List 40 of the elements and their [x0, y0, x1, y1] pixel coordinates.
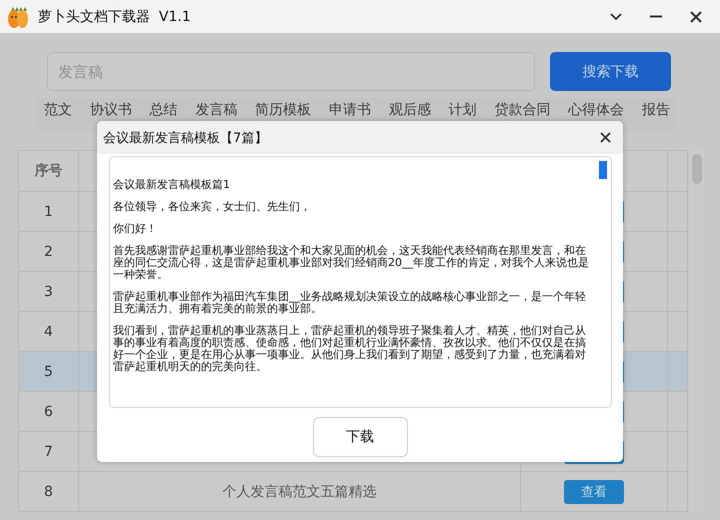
column-header: 序号	[19, 151, 79, 191]
carrot-logo-icon	[6, 4, 30, 28]
category-tab[interactable]: 心得体会	[568, 101, 624, 124]
document-text-area[interactable]	[109, 156, 612, 408]
minimize-icon[interactable]	[650, 15, 662, 18]
row-number: 8	[19, 472, 79, 511]
category-tab[interactable]: 简历模板	[255, 101, 312, 124]
dialog-title: 会议最新发言稿模板【7篇】	[103, 130, 268, 146]
paragraph: 雷萨起重机事业部作为福田汽车集团__业务战略规划决策设立的战略核心事业部之一，是一个年轻且充满活力、拥有着完美的前景的事业部。	[113, 291, 587, 315]
paragraph: 各位领导，各位来宾，女士们、先生们，	[113, 201, 312, 213]
window-title: 萝卜头文档下载器 V1.1	[38, 8, 192, 26]
scrollbar-thumb[interactable]	[599, 161, 607, 179]
close-icon[interactable]	[600, 132, 611, 143]
category-tab[interactable]: 范文	[44, 101, 72, 124]
paragraph: 会议最新发言稿模板篇1	[113, 179, 231, 191]
category-tab[interactable]: 总结	[150, 101, 178, 124]
close-icon[interactable]	[690, 10, 702, 22]
category-tab[interactable]: 计划	[448, 101, 477, 124]
category-tab[interactable]: 发言稿	[195, 101, 238, 124]
row-number: 6	[19, 392, 79, 431]
category-tab[interactable]: 报告	[642, 101, 670, 124]
table-row[interactable]: 8 个人发言稿范文五篇精选 查看	[19, 471, 687, 511]
category-tab[interactable]: 协议书	[90, 101, 132, 124]
scrollbar-thumb[interactable]	[692, 154, 702, 184]
row-number: 7	[19, 432, 79, 471]
row-number: 2	[19, 232, 79, 271]
search-field[interactable]: 发言稿	[47, 52, 535, 91]
category-tab[interactable]: 申请书	[328, 101, 371, 124]
document-title: 个人发言稿范文五篇精选	[79, 472, 521, 511]
paragraph: 首先我感谢雷萨起重机事业部给我这个和大家见面的机会，这天我能代表经销商在那里发言，和在座的同仁交流心得，这是雷萨起重机事业部对我们经销商20__年度工作的肯定，对我个人来说也是一种荣誉。	[113, 245, 590, 281]
download-button[interactable]: 下载	[312, 417, 408, 457]
search-download-button[interactable]: 搜索下载	[550, 52, 671, 91]
category-tab[interactable]: 观后感	[388, 101, 431, 124]
row-number: 1	[19, 192, 79, 231]
row-number: 5	[19, 352, 79, 391]
chevron-down-icon[interactable]	[610, 12, 622, 20]
category-tab[interactable]: 贷款合同	[494, 101, 550, 124]
paragraph: 我们看到，雷萨起重机的事业蒸蒸日上，雷萨起重机的领导班子聚集着人才、精英，他们对自己从事的事业有着高度的职责感、使命感，他们对起重机行业满怀豪情、孜孜以求。他们不仅仅是在搞好一个企业，更是在用心从事一项事业。从他们身上我们看到了期望，感受到了力量，也充满着对雷萨起重机明天的的完美向往。	[113, 325, 587, 373]
row-number: 3	[19, 272, 79, 311]
paragraph: 你们好！	[113, 223, 158, 235]
